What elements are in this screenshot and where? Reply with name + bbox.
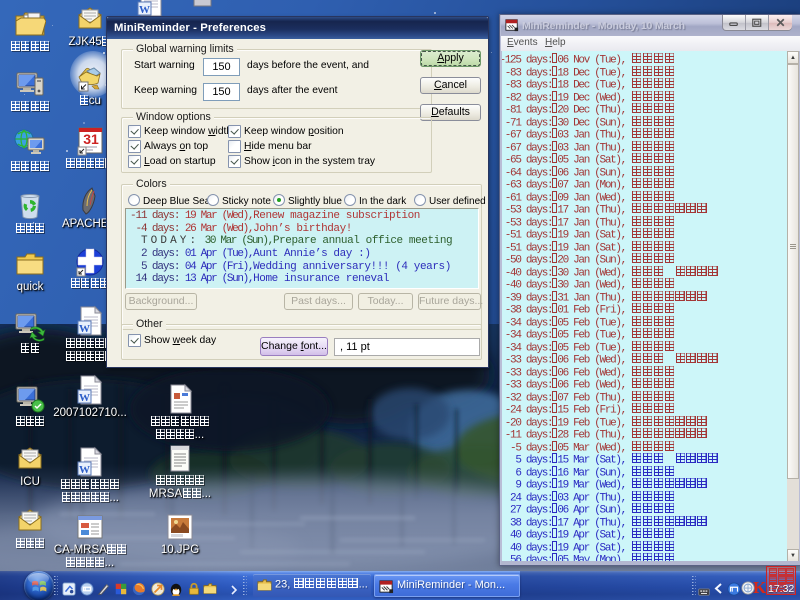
- svg-text:W: W: [79, 464, 90, 476]
- svg-text:W: W: [79, 323, 90, 335]
- svg-text:W: W: [79, 392, 90, 404]
- svg-text:W: W: [139, 4, 150, 16]
- svg-text:31: 31: [83, 131, 99, 147]
